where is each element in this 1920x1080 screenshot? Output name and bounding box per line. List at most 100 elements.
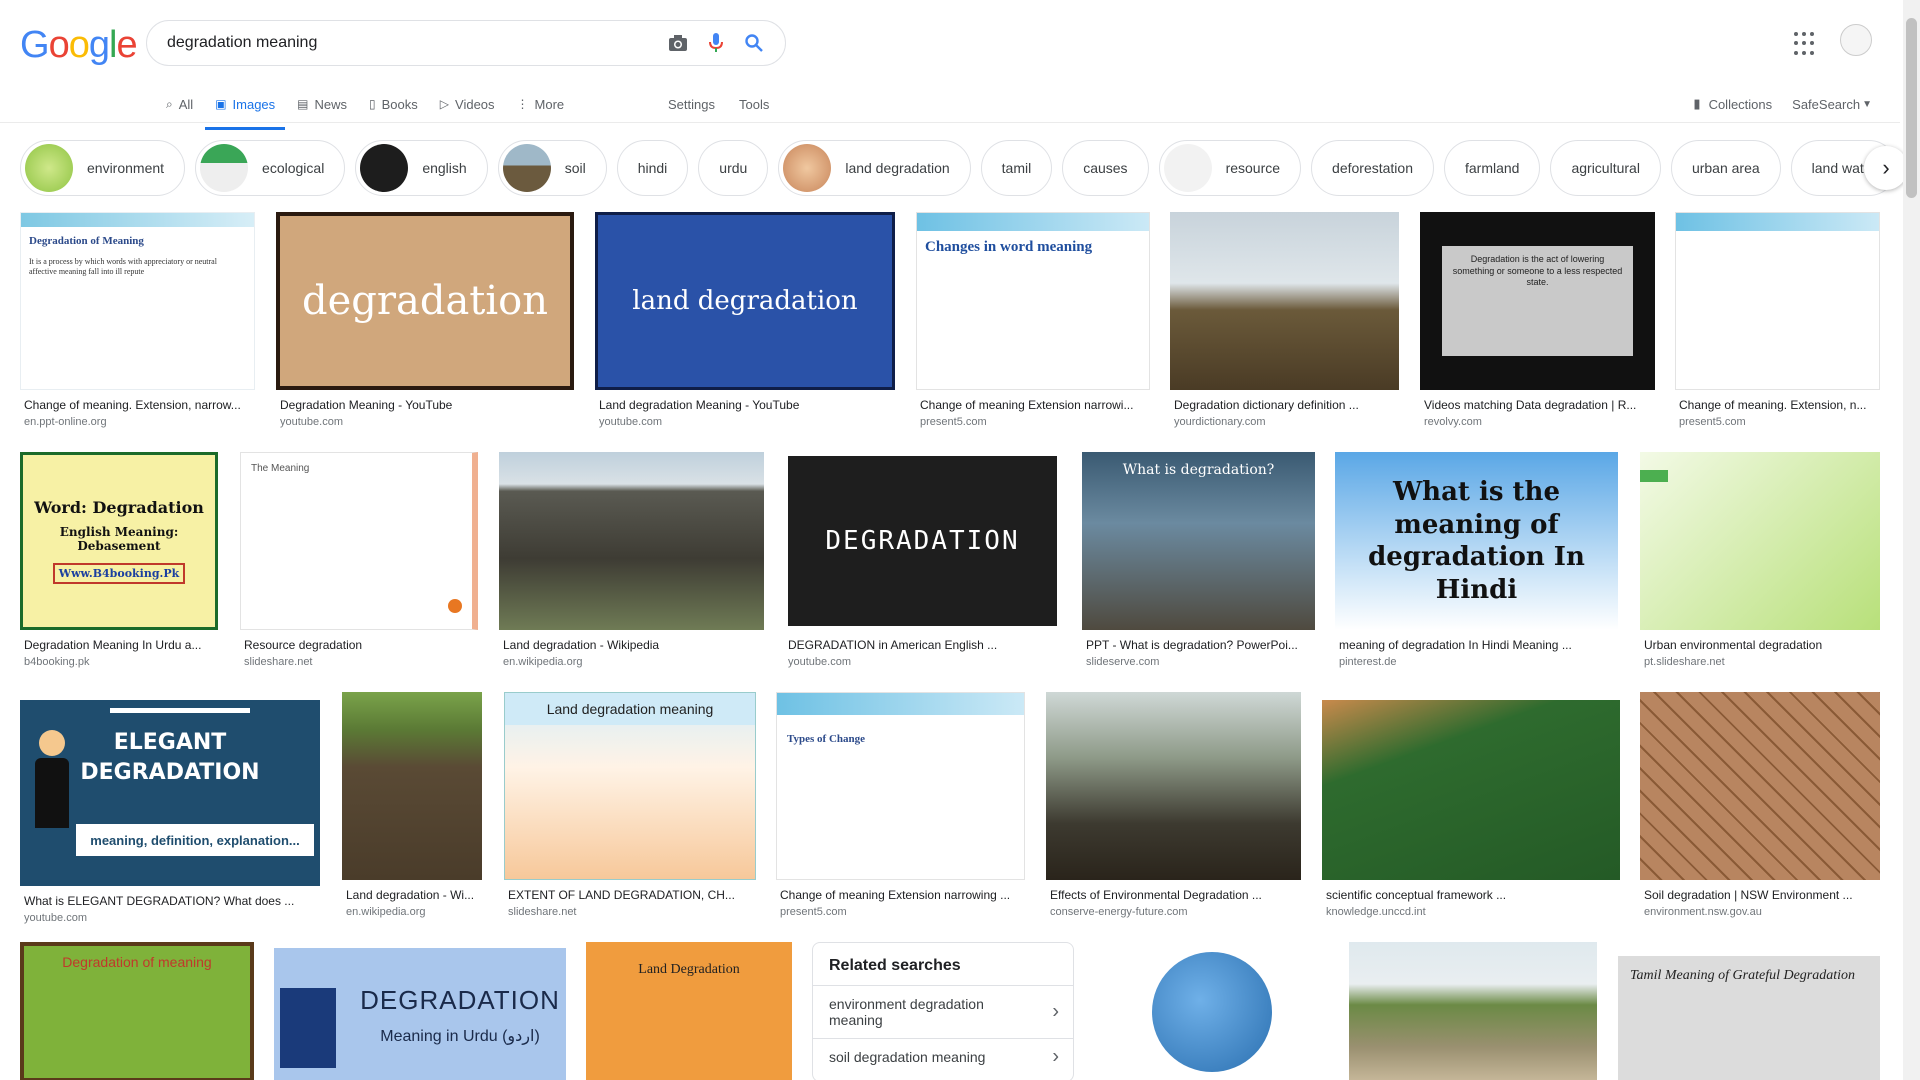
result-caption[interactable]: Change of meaning Extension narrowing ..… [776,888,1025,902]
chip-soil[interactable]: soil [497,140,607,196]
result-card[interactable]: What is the meaning of degradation In Hi… [1335,452,1618,668]
safesearch-link[interactable]: SafeSearch [1792,97,1860,112]
result-card[interactable]: Tamil Meaning of Grateful Degradation [1618,956,1880,1080]
chip-resource[interactable]: resource [1158,140,1302,196]
chip-land-degradation[interactable]: land degradation [778,140,971,196]
result-card[interactable]: land degradation Land degradation Meanin… [595,212,895,428]
result-caption[interactable]: EXTENT OF LAND DEGRADATION, CH... [504,888,756,902]
result-card[interactable]: Word: Degradation English Meaning: Debas… [20,452,218,668]
result-card[interactable]: Degradation of Meaning It is a process b… [20,212,255,428]
chip-farmland[interactable]: farmland [1443,140,1541,196]
related-search-item[interactable]: environment degradation meaning [813,985,1073,1038]
result-source[interactable]: yourdictionary.com [1170,416,1399,428]
related-search-item[interactable]: soil degradation meaning [813,1038,1073,1075]
tab-all[interactable]: ⌕ All [166,88,193,120]
result-card[interactable]: Degradation is the act of lowering somet… [1420,212,1655,428]
settings-link[interactable]: Settings [668,97,715,112]
chip-hindi[interactable]: hindi [616,140,689,196]
result-caption[interactable]: Change of meaning Extension narrowi... [916,398,1150,412]
result-source[interactable]: en.wikipedia.org [499,656,764,668]
result-caption[interactable]: DEGRADATION in American English ... [784,638,1061,652]
result-card[interactable]: Urban environmental degradation pt.slide… [1640,452,1880,668]
result-source[interactable]: b4booking.pk [20,656,218,668]
scrollbar-thumb[interactable] [1906,18,1917,198]
result-card[interactable]: What is degradation? PPT - What is degra… [1082,452,1315,668]
result-caption[interactable]: scientific conceptual framework ... [1322,888,1620,902]
result-caption[interactable]: Soil degradation | NSW Environment ... [1640,888,1880,902]
camera-icon[interactable] [663,28,693,58]
result-card[interactable]: Land Degradation [586,942,792,1080]
vertical-scrollbar[interactable] [1903,0,1920,1080]
result-caption[interactable]: Urban environmental degradation [1640,638,1880,652]
result-caption[interactable]: Degradation Meaning In Urdu a... [20,638,218,652]
tab-images[interactable]: ▣ Images [205,88,286,130]
result-caption[interactable]: Land degradation - Wi... [342,888,482,902]
result-card[interactable]: Land degradation meaning EXTENT OF LAND … [504,692,756,918]
avatar[interactable] [1840,24,1872,56]
result-caption[interactable]: Videos matching Data degradation | R... [1420,398,1655,412]
result-source[interactable]: slideshare.net [240,656,478,668]
result-card[interactable]: Changes in word meaning Change of meanin… [916,212,1150,428]
result-caption[interactable]: meaning of degradation In Hindi Meaning … [1335,638,1618,652]
result-source[interactable]: pinterest.de [1335,656,1618,668]
result-source[interactable]: environment.nsw.gov.au [1640,906,1880,918]
chip-agricultural[interactable]: agricultural [1550,140,1661,196]
tools-link[interactable]: Tools [739,97,769,112]
result-source[interactable]: en.wikipedia.org [342,906,482,918]
chip-environment[interactable]: environment [20,140,186,196]
tab-news[interactable]: ▤ News [297,88,347,120]
result-card[interactable]: Degradation dictionary definition ... yo… [1170,212,1399,428]
result-card[interactable]: Land degradation - Wikipedia en.wikipedi… [499,452,764,668]
result-caption[interactable]: Resource degradation [240,638,478,652]
result-source[interactable]: knowledge.unccd.int [1322,906,1620,918]
result-card[interactable]: DEGRADATION DEGRADATION in American Engl… [784,452,1061,668]
chip-causes[interactable]: causes [1062,140,1149,196]
result-source[interactable]: youtube.com [20,912,320,924]
result-card[interactable]: The Meaning Resource degradation slidesh… [240,452,478,668]
result-source[interactable]: youtube.com [784,656,1061,668]
result-caption[interactable]: Land degradation - Wikipedia [499,638,764,652]
chip-deforestation[interactable]: deforestation [1311,140,1434,196]
search-icon[interactable] [739,28,769,58]
result-card[interactable]: Types of Change Change of meaning Extens… [776,692,1025,918]
chip-urdu[interactable]: urdu [698,140,769,196]
search-box[interactable]: degradation meaning [146,20,786,66]
result-card[interactable]: ELEGANT DEGRADATION meaning, definition,… [20,700,320,924]
result-caption[interactable]: Effects of Environmental Degradation ... [1046,888,1301,902]
tab-videos[interactable]: ▷ Videos [440,88,495,120]
result-caption[interactable]: Degradation Meaning - YouTube [276,398,574,412]
result-caption[interactable]: Land degradation Meaning - YouTube [595,398,895,412]
result-card[interactable]: Degradation of meaning [20,942,254,1080]
result-source[interactable]: conserve-energy-future.com [1046,906,1301,918]
result-source[interactable]: slideshare.net [504,906,756,918]
result-source[interactable]: present5.com [916,416,1150,428]
result-source[interactable]: youtube.com [595,416,895,428]
result-card[interactable]: Change of meaning. Extension, n... prese… [1675,212,1880,428]
result-source[interactable]: youtube.com [276,416,574,428]
result-caption[interactable]: Degradation dictionary definition ... [1170,398,1399,412]
chip-tamil[interactable]: tamil [980,140,1053,196]
search-input[interactable]: degradation meaning [167,34,655,52]
result-card[interactable] [1349,942,1597,1080]
result-source[interactable]: en.ppt-online.org [20,416,255,428]
result-card[interactable]: DEGRADATION Meaning in Urdu (اردو) [274,948,566,1080]
tab-more[interactable]: ⋮ More [517,88,565,120]
result-caption[interactable]: What is ELEGANT DEGRADATION? What does .… [20,894,320,908]
result-caption[interactable]: Change of meaning. Extension, narrow... [20,398,255,412]
result-caption[interactable]: Change of meaning. Extension, n... [1675,398,1880,412]
result-source[interactable]: revolvy.com [1420,416,1655,428]
result-source[interactable]: pt.slideshare.net [1640,656,1880,668]
chip-english[interactable]: english [355,140,488,196]
collections-link[interactable]: Collections [1709,97,1773,112]
result-card[interactable]: Effects of Environmental Degradation ...… [1046,692,1301,918]
result-source[interactable]: slideserve.com [1082,656,1315,668]
result-source[interactable]: present5.com [1675,416,1880,428]
result-card[interactable]: degradation Degradation Meaning - YouTub… [276,212,574,428]
result-source[interactable]: present5.com [776,906,1025,918]
result-caption[interactable]: PPT - What is degradation? PowerPoi... [1082,638,1315,652]
tab-books[interactable]: ▯ Books [369,88,418,120]
result-card[interactable] [1094,942,1329,1080]
result-card[interactable]: Land degradation - Wi... en.wikipedia.or… [342,692,482,918]
mic-icon[interactable] [701,28,731,58]
chevron-right-icon[interactable]: › [1864,146,1908,190]
